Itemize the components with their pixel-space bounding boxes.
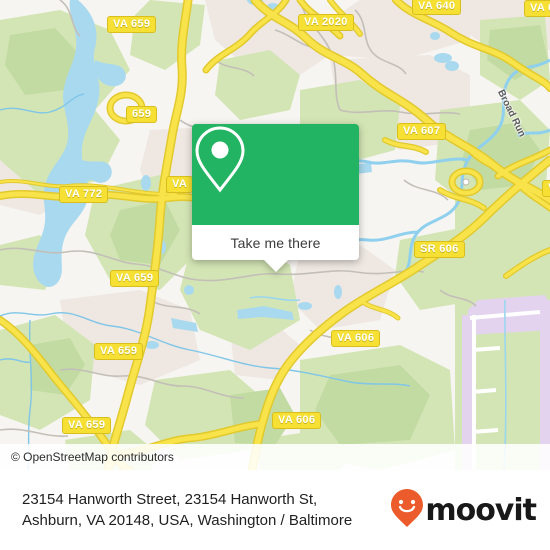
road-shield[interactable]: VA 772 [59,186,109,203]
road-shield[interactable]: VA 659 [94,343,144,360]
popup-pointer [263,260,288,272]
road-shield[interactable]: VA 6 [524,0,550,17]
osm-attribution-text[interactable]: © OpenStreetMap contributors [0,450,174,464]
take-me-there-button[interactable]: Take me there [192,225,359,260]
moovit-wordmark: moovit [425,492,537,528]
road-shield[interactable]: VA 2020 [298,14,354,31]
popup-image-area [192,124,359,225]
address-line-1: 23154 Hanworth Street, 23154 Hanworth St… [22,491,318,508]
map-attribution-bar: © OpenStreetMap contributors [0,444,550,470]
road-shield[interactable]: VA 659 [107,16,157,33]
map-pin-icon [192,124,359,225]
map-canvas[interactable]: VA 659 VA 2020 VA 640 VA 6 659 VA 607 VA… [0,0,550,470]
address-line-2: Ashburn, VA 20148, USA, Washington / Bal… [22,512,353,529]
road-shield[interactable]: SR 606 [414,241,465,258]
road-shield[interactable]: VA 607 [397,123,447,140]
moovit-map-screenshot: VA 659 VA 2020 VA 640 VA 6 659 VA 607 VA… [0,0,550,550]
moovit-pin-icon [390,488,424,533]
road-shield[interactable]: VA 640 [412,0,462,15]
location-popup-card[interactable]: Take me there [192,124,359,272]
take-me-there-label: Take me there [230,234,321,251]
road-shield[interactable]: 659 [126,106,158,123]
road-shield[interactable]: VA 606 [331,330,381,347]
road-shield[interactable]: V [542,180,550,197]
road-shield[interactable]: VA 659 [62,417,112,434]
road-shield[interactable]: VA 606 [272,412,322,429]
moovit-logo[interactable]: moovit [390,488,537,533]
road-shield[interactable]: VA 659 [110,270,160,287]
footer-bar: 23154 Hanworth Street, 23154 Hanworth St… [0,470,550,550]
road-shield[interactable]: VA [166,176,194,193]
address-block: 23154 Hanworth Street, 23154 Hanworth St… [22,489,352,531]
